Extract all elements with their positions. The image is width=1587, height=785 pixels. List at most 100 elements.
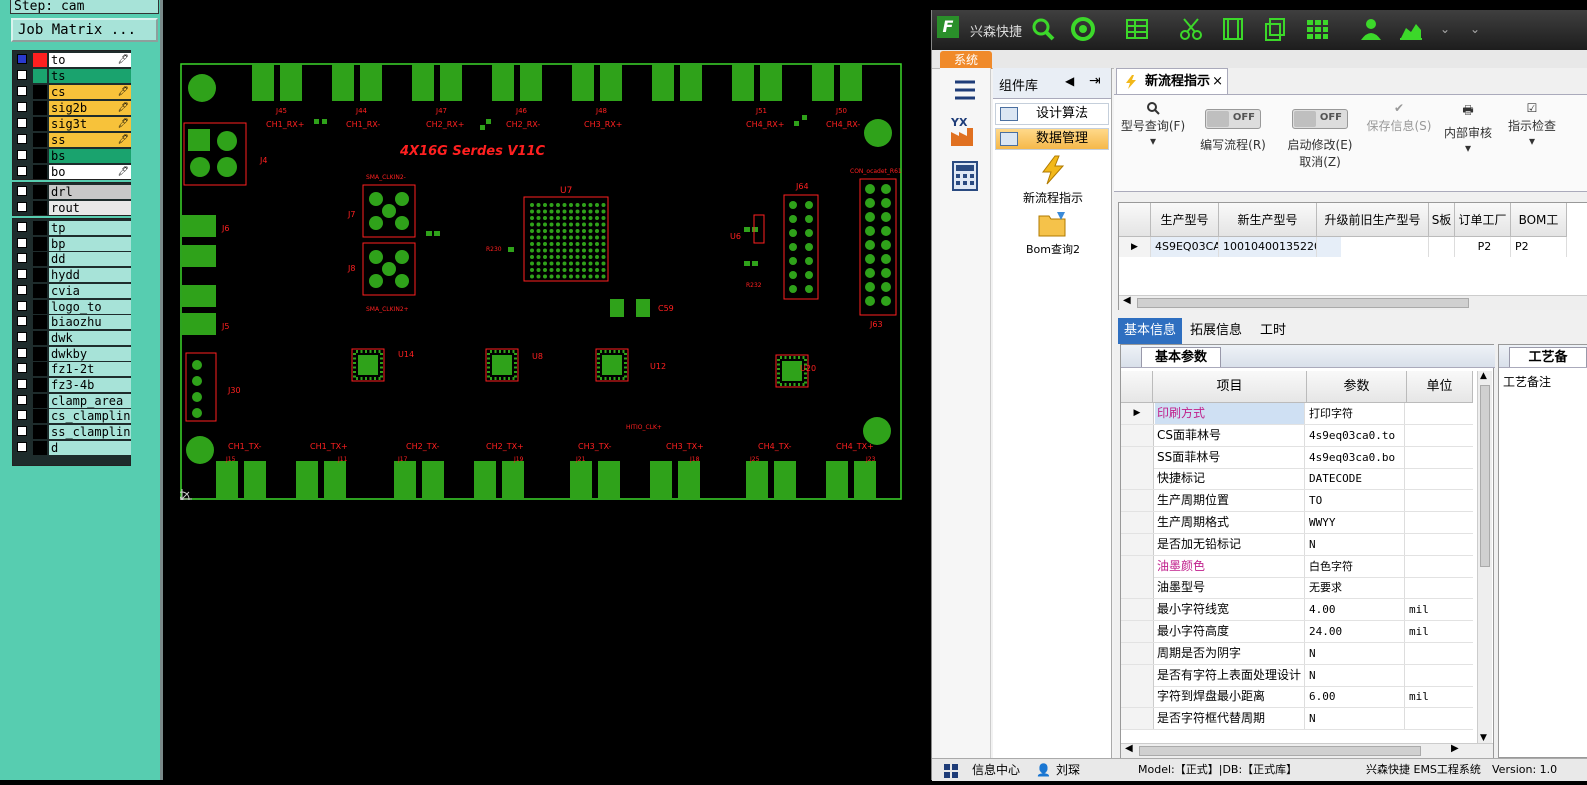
property-row[interactable]: 快捷标记 DATECODE [1121, 468, 1473, 491]
model-query-button[interactable]: 型号查询(F) ▾ [1118, 101, 1188, 148]
layer-checkbox[interactable] [17, 86, 27, 96]
layer-color-swatch[interactable] [33, 378, 47, 392]
pcb-board-view[interactable]: 4X16G Serdes V11C U7 J45 J44 J47 J46 J48 J51 J… [180, 63, 902, 500]
layer-color-swatch[interactable] [33, 53, 47, 67]
component-design-algorithm[interactable]: 设计算法 [995, 103, 1109, 125]
grid-icon[interactable] [944, 763, 958, 778]
layer-checkbox[interactable] [17, 253, 27, 264]
layer-row[interactable]: ts [15, 69, 131, 83]
layer-color-swatch[interactable] [33, 409, 47, 424]
layer-checkbox[interactable] [17, 394, 27, 405]
grid-column-header[interactable]: S板 [1429, 203, 1455, 237]
grid-column-header[interactable]: BOM工 [1511, 203, 1567, 237]
area-chart-icon[interactable] [1398, 16, 1424, 42]
property-row[interactable]: CS面菲林号 4s9eq03ca0.to [1121, 424, 1473, 447]
layer-row[interactable]: logo_to [15, 299, 131, 314]
grid-cell[interactable]: 10010400135220 [1219, 237, 1317, 257]
horizontal-scrollbar[interactable]: ◀ [1119, 295, 1587, 310]
property-value[interactable]: 4s9eq03ca0.bo [1307, 446, 1405, 468]
layer-checkbox[interactable] [17, 118, 27, 128]
layer-row[interactable]: sig3t 🖊 [15, 117, 131, 131]
toggle-switch[interactable]: OFF [1292, 109, 1348, 129]
layer-color-swatch[interactable] [33, 85, 47, 99]
property-row[interactable]: 最小字符高度 24.00 mil [1121, 621, 1473, 643]
layer-color-swatch[interactable] [33, 393, 47, 408]
grid-column-header[interactable]: 生产型号 [1151, 203, 1219, 237]
job-matrix-button[interactable]: Job Matrix ... [11, 18, 158, 42]
layer-name[interactable]: rout [49, 201, 131, 215]
layer-row[interactable]: dwkby [15, 346, 131, 361]
layer-name[interactable]: ss_clampline [49, 425, 131, 440]
layer-color-swatch[interactable] [33, 165, 47, 179]
layer-name[interactable]: drl [49, 185, 131, 199]
layer-row[interactable]: rout [15, 201, 131, 215]
panel-splitter[interactable] [160, 0, 163, 780]
scroll-down-icon[interactable]: ▼ [1480, 733, 1487, 743]
layer-color-swatch[interactable] [33, 133, 47, 147]
layer-row[interactable]: d [15, 440, 131, 455]
property-row[interactable]: SS面菲林号 4s9eq03ca0.bo [1121, 446, 1473, 469]
layer-row[interactable]: cs 🖊 [15, 85, 131, 99]
layer-name[interactable]: bo 🖊 [49, 165, 131, 179]
scroll-left-icon[interactable]: ◀ [1125, 743, 1133, 754]
property-row[interactable]: 油墨型号 无要求 [1121, 577, 1473, 600]
scroll-up-icon[interactable]: ▲ [1480, 371, 1487, 381]
layer-checkbox[interactable] [17, 70, 27, 80]
edit-lock-icon[interactable]: 🖊 [118, 133, 129, 147]
layer-name[interactable]: d [49, 440, 131, 455]
tab-info[interactable]: 拓展信息 [1184, 318, 1248, 344]
property-value[interactable]: WWYY [1307, 512, 1405, 533]
dock-icon[interactable]: ⇥ [1089, 73, 1101, 89]
layer-row[interactable]: cs_clampline [15, 409, 131, 424]
edit-lock-icon[interactable]: 🖊 [118, 165, 129, 179]
grid-icon[interactable] [1304, 16, 1330, 42]
property-row[interactable]: 字符到焊盘最小距离 6.00 mil [1121, 686, 1473, 709]
layer-checkbox[interactable] [17, 331, 27, 342]
layer-row[interactable]: to 🖊 [15, 53, 131, 67]
tab-new-flow[interactable]: 新流程指示 × [1116, 68, 1228, 94]
grid-column-header[interactable]: 订单工厂 [1455, 203, 1511, 237]
layer-checkbox[interactable] [17, 166, 27, 176]
layer-color-swatch[interactable] [33, 268, 47, 283]
layer-color-swatch[interactable] [33, 185, 47, 199]
layer-name[interactable]: to 🖊 [49, 53, 131, 67]
layer-color-swatch[interactable] [33, 299, 47, 314]
layer-color-swatch[interactable] [33, 221, 47, 235]
start-edit-toggle[interactable]: OFF 启动修改(E) 取消(Z) [1280, 109, 1360, 170]
layer-name[interactable]: sig2b 🖊 [49, 101, 131, 115]
edit-flow-toggle[interactable]: OFF 编写流程(R) [1198, 109, 1268, 153]
edit-lock-icon[interactable]: 🖊 [118, 117, 129, 131]
layer-name[interactable]: dwkby [49, 346, 131, 361]
scissors-icon[interactable] [1178, 16, 1204, 42]
bom-query-button[interactable]: Bom查询2 [1003, 210, 1103, 257]
copy-icon[interactable] [1262, 16, 1288, 42]
layer-row[interactable]: cvia [15, 283, 131, 298]
scroll-thumb[interactable] [1139, 746, 1421, 756]
layer-checkbox[interactable] [17, 300, 27, 311]
property-value[interactable]: N [1307, 708, 1405, 730]
layer-name[interactable]: clamp_area [49, 393, 131, 408]
tab-craft[interactable]: 工艺备 [1509, 347, 1587, 367]
layer-checkbox[interactable] [17, 102, 27, 112]
property-row[interactable]: 是否有字符上表面处理设计 N [1121, 664, 1473, 687]
layer-row[interactable]: hydd [15, 268, 131, 283]
edit-lock-icon[interactable]: 🖊 [118, 85, 129, 99]
layer-checkbox[interactable] [17, 347, 27, 358]
property-row[interactable]: 油墨颜色 白色字符 [1121, 555, 1473, 578]
layer-checkbox[interactable] [17, 54, 27, 64]
lifebuoy-icon[interactable] [1070, 16, 1096, 42]
layer-row[interactable]: sig2b 🖊 [15, 101, 131, 115]
layer-name[interactable]: dd [49, 252, 131, 267]
property-value[interactable]: DATECODE [1307, 468, 1405, 490]
property-value[interactable]: N [1307, 533, 1405, 555]
grid-column-header[interactable]: 升级前旧生产型号 [1317, 203, 1429, 237]
layer-checkbox[interactable] [17, 410, 27, 421]
layer-name[interactable]: ss 🖊 [49, 133, 131, 147]
layer-row[interactable]: ss_clampline [15, 425, 131, 440]
table-icon[interactable] [1124, 16, 1150, 42]
property-row[interactable]: 是否加无铅标记 N [1121, 533, 1473, 556]
layer-color-swatch[interactable] [33, 117, 47, 131]
edit-lock-icon[interactable]: 🖊 [118, 53, 129, 67]
grid-cell[interactable] [1429, 237, 1455, 257]
layer-color-swatch[interactable] [33, 425, 47, 440]
